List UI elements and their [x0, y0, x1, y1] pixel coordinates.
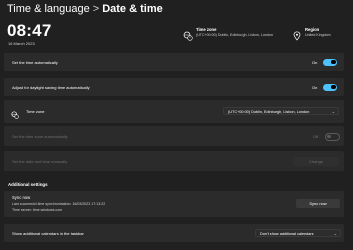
- auto-time-toggle[interactable]: [323, 58, 337, 66]
- auto-time-state: On: [312, 60, 318, 65]
- page-title: Date & time: [102, 3, 163, 15]
- chevron-down-icon: ⌄: [333, 231, 337, 236]
- auto-time-label: Set the time automatically: [12, 60, 58, 65]
- time-server-text: Time server: time.windows.com: [12, 208, 63, 212]
- current-time: 08:47: [7, 21, 52, 40]
- sync-now-button[interactable]: Sync now: [296, 199, 340, 208]
- timezone-info-label: Time zone: [196, 27, 217, 32]
- breadcrumb: Time & language > Date & time: [7, 3, 163, 15]
- additional-settings-heading: Additional settings: [8, 182, 48, 187]
- time-zone-setting: Time zone (UTC+00:00) Dublin, Edinburgh,…: [4, 100, 344, 123]
- manual-time-label: Set the date and time manually: [12, 159, 68, 164]
- auto-time-setting: Set the time automatically On: [4, 53, 344, 71]
- manual-time-setting: Set the date and time manually Change: [4, 151, 344, 171]
- dst-state: On: [312, 85, 318, 90]
- time-zone-dropdown-value: (UTC+00:00) Dublin, Edinburgh, Lisbon, L…: [228, 110, 310, 114]
- current-date: 16 March 2023: [8, 41, 35, 46]
- region-info-label: Region: [305, 27, 320, 32]
- location-pin-icon: [292, 28, 302, 46]
- auto-timezone-setting: Set the time zone automatically Off: [4, 126, 344, 146]
- region-info-value: United Kingdom: [305, 33, 331, 37]
- additional-calendars-label: Show additional calendars in the taskbar: [12, 231, 84, 236]
- last-sync-text: Last successful time synchronisation: 16…: [12, 202, 106, 206]
- change-button[interactable]: Change: [293, 156, 339, 166]
- auto-timezone-state: Off: [313, 134, 319, 139]
- dst-label: Adjust for daylight saving time automati…: [12, 85, 90, 90]
- sync-title: Sync now: [12, 195, 31, 200]
- chevron-down-icon: ⌄: [331, 109, 335, 114]
- dst-setting: Adjust for daylight saving time automati…: [4, 78, 344, 96]
- breadcrumb-separator: >: [92, 3, 100, 15]
- auto-timezone-label: Set the time zone automatically: [12, 134, 68, 139]
- calendars-dropdown[interactable]: Don't show additional calendars ⌄: [255, 229, 341, 237]
- additional-calendars-setting: Show additional calendars in the taskbar…: [4, 224, 344, 242]
- time-zone-dropdown[interactable]: (UTC+00:00) Dublin, Edinburgh, Lisbon, L…: [223, 107, 339, 115]
- breadcrumb-parent[interactable]: Time & language: [7, 3, 90, 15]
- dst-toggle[interactable]: [323, 83, 337, 91]
- time-zone-label: Time zone: [26, 109, 45, 114]
- timezone-info-value: (UTC+00:00) Dublin, Edinburgh, Lisbon, L…: [196, 33, 274, 37]
- sync-now-setting: Sync now Last successful time synchronis…: [4, 191, 344, 217]
- globe-clock-icon: [11, 106, 19, 124]
- auto-timezone-toggle[interactable]: [325, 132, 340, 141]
- globe-clock-icon: [183, 28, 193, 46]
- calendars-dropdown-value: Don't show additional calendars: [260, 232, 314, 236]
